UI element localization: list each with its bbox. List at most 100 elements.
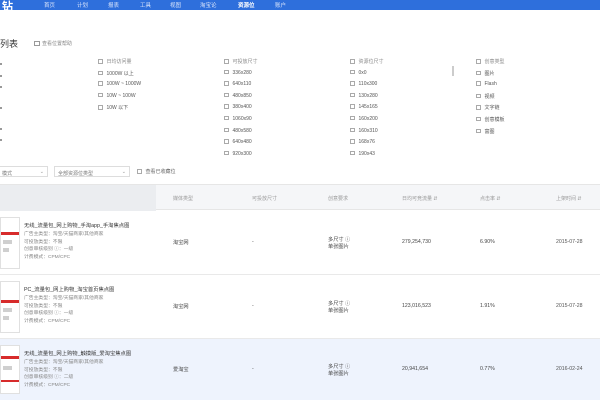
resource-size-option[interactable]: 160x200: [350, 115, 384, 128]
resource-type-select[interactable]: 全部资源位类型 ⌄: [54, 166, 130, 177]
traffic-option[interactable]: 10W ~ 100W: [98, 92, 141, 105]
checkbox[interactable]: [137, 169, 142, 174]
resource-size-option[interactable]: 168x76: [350, 139, 384, 151]
creative-type-option[interactable]: 创意模板: [476, 116, 505, 128]
checkbox[interactable]: [98, 81, 103, 86]
th-traffic[interactable]: 日均可竞流量 ⇵: [402, 195, 438, 202]
th-size[interactable]: 可投放尺寸: [252, 195, 277, 202]
table-row[interactable]: 无线_流量包_网上购物_触摸版_爱淘宝焦点图 广告主类型：淘宝/天猫商家/其他商…: [0, 339, 600, 400]
nav-plan[interactable]: 计划: [77, 1, 88, 9]
checkbox[interactable]: [224, 127, 229, 133]
checkbox[interactable]: [224, 69, 229, 75]
resource-size-option[interactable]: 130x280: [350, 92, 384, 105]
checkbox[interactable]: [350, 127, 355, 133]
cell-creative-type: 单张图片: [328, 308, 349, 314]
checkbox[interactable]: [476, 81, 481, 86]
checkbox[interactable]: [476, 128, 481, 134]
creative-type-option[interactable]: 视频: [476, 93, 505, 105]
size-option[interactable]: 640x110: [224, 81, 258, 93]
traffic-option[interactable]: 100W ~ 1000W: [98, 81, 141, 93]
size-option[interactable]: 480x580: [224, 127, 258, 140]
resource-size-option[interactable]: 145x165: [350, 104, 384, 116]
creative-type-option[interactable]: 文字链: [476, 104, 505, 116]
app-logo[interactable]: 钻: [2, 0, 13, 14]
ad-title[interactable]: 无线_流量包_网上购物_触摸版_爱淘宝焦点图: [24, 349, 131, 357]
checkbox[interactable]: [350, 81, 355, 86]
size-option[interactable]: 336x280: [224, 69, 258, 82]
resource-size-option[interactable]: 0x0: [350, 69, 384, 82]
checkbox[interactable]: [350, 104, 355, 109]
th-ctr[interactable]: 点击率 ⇵: [480, 195, 501, 202]
ad-title[interactable]: 无线_流量包_网上购物_手淘app_手淘焦点图: [24, 221, 129, 229]
nav-report[interactable]: 报表: [108, 1, 119, 9]
nav-view[interactable]: 视图: [170, 1, 181, 9]
checkbox[interactable]: [224, 139, 229, 144]
checkbox[interactable]: [350, 59, 355, 64]
cell-size: -: [252, 239, 254, 245]
creative-type-option[interactable]: Flash: [476, 81, 505, 93]
checkbox[interactable]: [350, 69, 355, 75]
nav-tools[interactable]: 工具: [140, 1, 151, 9]
table-row[interactable]: 无线_流量包_网上购物_手淘app_手淘焦点图 广告主类型：淘宝/天猫商家/其他…: [0, 211, 600, 275]
cell-date: 2015-07-28: [556, 239, 583, 245]
size-option[interactable]: 1060x90: [224, 115, 258, 128]
checkbox[interactable]: [350, 150, 355, 156]
table-row[interactable]: PC_流量包_网上购物_淘宝首页焦点图 广告主类型：淘宝/天猫商家/其他商家 可…: [0, 275, 600, 339]
resource-size-option[interactable]: 160x310: [350, 127, 384, 140]
creative-type-option[interactable]: 富图: [476, 128, 505, 140]
creative-type-filter-all[interactable]: 创意类型: [476, 58, 505, 70]
th-creative[interactable]: 创意要求: [328, 195, 348, 202]
checkbox[interactable]: [224, 81, 229, 86]
cell-creative-size[interactable]: 多尺寸 ⓘ: [328, 300, 350, 307]
traffic-option[interactable]: 1000W 以上: [98, 70, 141, 82]
th-date[interactable]: 上架时间 ⇵: [556, 195, 582, 202]
checkbox[interactable]: [476, 70, 481, 76]
traffic-filter-all[interactable]: 日均访问量: [98, 58, 141, 70]
size-option[interactable]: 380x400: [224, 104, 258, 116]
cell-creative-size[interactable]: 多尺寸 ⓘ: [328, 236, 350, 243]
size-option[interactable]: 480x850: [224, 92, 258, 105]
ad-title[interactable]: PC_流量包_网上购物_淘宝首页焦点图: [24, 285, 114, 293]
checkbox[interactable]: [476, 93, 481, 99]
checkbox[interactable]: [350, 92, 355, 98]
checkbox[interactable]: [224, 115, 229, 121]
checkbox[interactable]: [98, 59, 103, 64]
resource-size-option[interactable]: 190x43: [350, 150, 384, 163]
creative-type-option[interactable]: 图片: [476, 70, 505, 82]
nav-home[interactable]: 首页: [44, 1, 55, 9]
checkbox[interactable]: [476, 116, 481, 122]
checkbox[interactable]: [350, 139, 355, 144]
collected-label: 查看已收藏位: [145, 169, 176, 175]
resource-size-option[interactable]: 110x300: [350, 81, 384, 93]
checkbox[interactable]: [476, 105, 481, 110]
resource-size-filter-all[interactable]: 资源位尺寸: [350, 58, 384, 70]
size-filter-all[interactable]: 可投放尺寸: [224, 58, 258, 70]
help-link[interactable]: 查看位置帮助: [34, 40, 72, 47]
traffic-option[interactable]: 10W 以下: [98, 104, 141, 116]
checkbox[interactable]: [98, 105, 103, 110]
filter-scrollbar[interactable]: [452, 66, 454, 76]
ad-meta: 计费模式：CPM/CPC: [24, 254, 71, 260]
ad-thumbnail[interactable]: [0, 345, 20, 394]
checkbox[interactable]: [224, 59, 229, 64]
nav-resource[interactable]: 资源位: [238, 1, 255, 11]
nav-forum[interactable]: 淘宝论: [200, 1, 217, 9]
th-media[interactable]: 媒体类型: [173, 195, 193, 202]
thumb-block: [3, 366, 12, 370]
cell-creative-size[interactable]: 多尺寸 ⓘ: [328, 363, 350, 370]
checkbox[interactable]: [224, 92, 229, 98]
checkbox[interactable]: [98, 70, 103, 76]
size-option[interactable]: 920x300: [224, 150, 258, 163]
nav-account[interactable]: 账户: [275, 1, 286, 9]
size-option[interactable]: 640x480: [224, 139, 258, 151]
checkbox[interactable]: [98, 92, 103, 98]
checkbox[interactable]: [350, 115, 355, 121]
mode-select[interactable]: 模式 ⌄: [0, 166, 48, 177]
checkbox[interactable]: [224, 150, 229, 156]
ad-thumbnail[interactable]: [0, 217, 20, 269]
ad-thumbnail[interactable]: [0, 281, 20, 333]
checkbox[interactable]: [224, 104, 229, 109]
ad-meta: 可投放类型：不限: [24, 367, 63, 373]
collected-checkbox[interactable]: 查看已收藏位: [137, 168, 176, 175]
checkbox[interactable]: [476, 59, 481, 64]
